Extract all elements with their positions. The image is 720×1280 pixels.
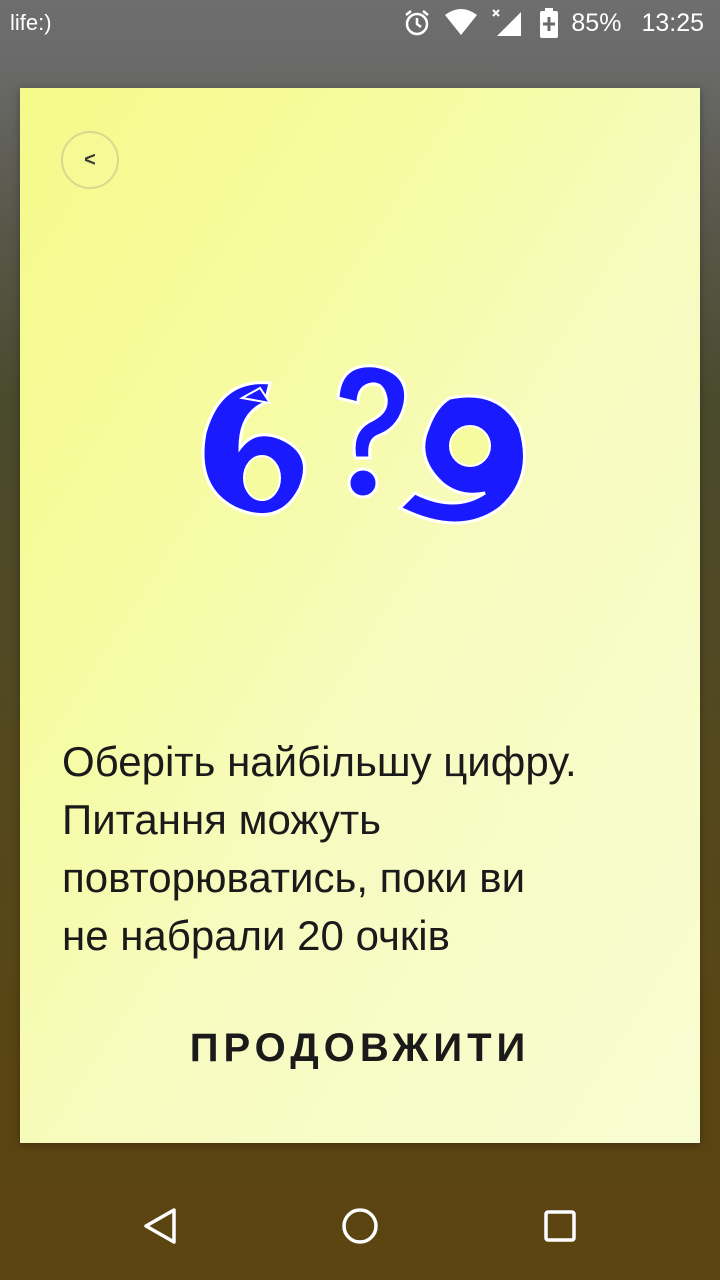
- battery-icon: [539, 8, 559, 38]
- six-question-nine-illustration: [180, 358, 540, 538]
- navigation-bar: [0, 1160, 720, 1280]
- chevron-left-icon: <: [84, 148, 96, 171]
- carrier-name: life:): [10, 10, 52, 35]
- digit-nine-graphic: [397, 394, 526, 525]
- back-button[interactable]: <: [61, 131, 119, 189]
- back-triangle-icon[interactable]: [140, 1206, 180, 1246]
- instructions-text: Оберіть найбільшу цифру. Питання можуть …: [62, 738, 577, 959]
- status-bar: life:) 85% 13:25: [0, 0, 720, 50]
- signal-icon: [491, 8, 527, 38]
- instruction-card: < Оберіть найбільшу цифру. Питання можут…: [20, 88, 700, 1143]
- battery-percent: 85%: [571, 8, 622, 37]
- continue-button[interactable]: ПРОДОВЖИТИ: [160, 1013, 560, 1083]
- clock-time: 13:25: [641, 8, 704, 37]
- digit-six-graphic: [201, 381, 306, 517]
- home-circle-icon[interactable]: [340, 1206, 380, 1246]
- recents-square-icon[interactable]: [540, 1206, 580, 1246]
- screen: life:) 85% 13:25 < Оберіть найбільшу циф…: [0, 0, 720, 1280]
- wifi-icon: [443, 9, 479, 37]
- status-icons: 85% 13:25: [403, 8, 704, 38]
- alarm-icon: [403, 9, 431, 37]
- question-mark-graphic: [336, 364, 408, 499]
